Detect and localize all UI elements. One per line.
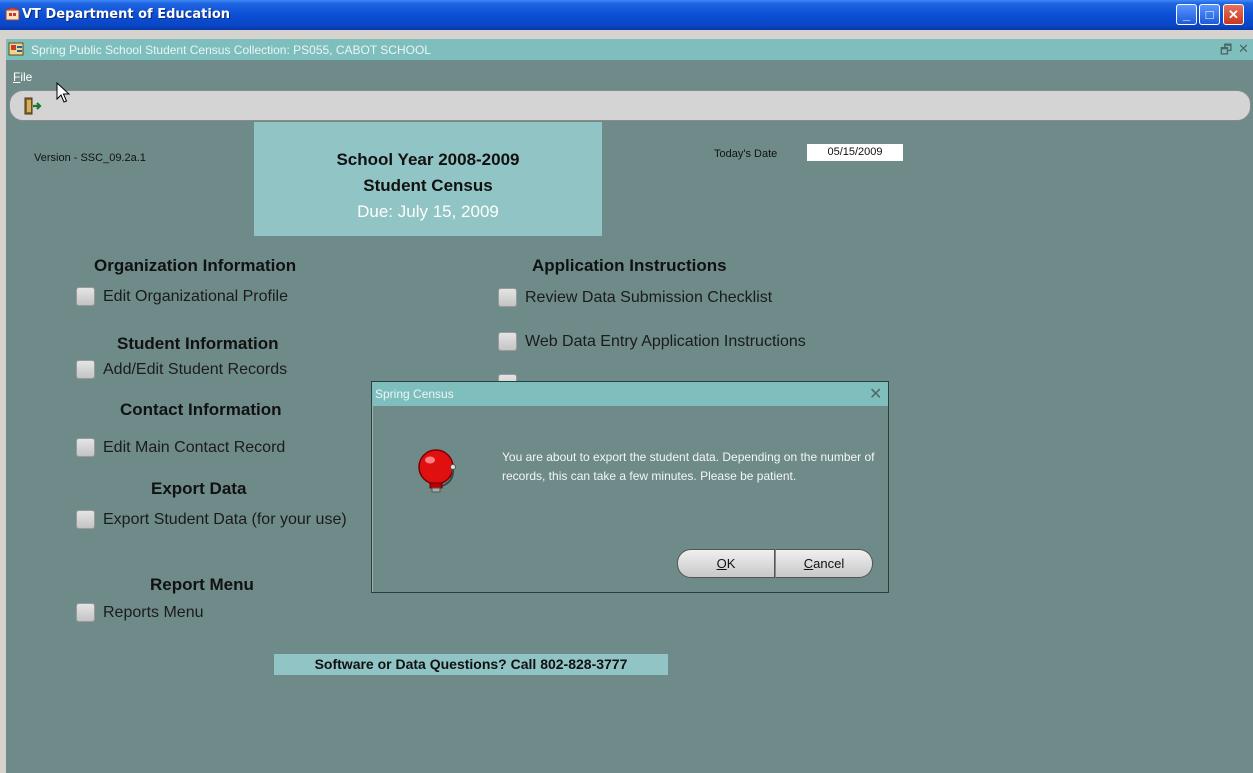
minimize-icon: _ (1182, 7, 1191, 22)
edit-contact-option[interactable]: Edit Main Contact Record (76, 438, 376, 458)
export-student-data-option[interactable]: Export Student Data (for your use) (76, 510, 368, 530)
close-icon: ✕ (1228, 7, 1239, 22)
banner-school-year: School Year 2008-2009 (336, 150, 520, 169)
banner-student-census: Student Census (363, 176, 493, 195)
review-checklist-label: Review Data Submission Checklist (525, 289, 773, 306)
bell-icon (418, 449, 456, 493)
edit-org-profile-option[interactable]: Edit Organizational Profile (76, 287, 376, 307)
form-icon (8, 42, 24, 56)
window-title: VT Department of Education (22, 7, 231, 22)
export-student-data-button[interactable] (76, 510, 95, 529)
edit-org-profile-button[interactable] (76, 287, 95, 306)
org-info-heading: Organization Information (94, 256, 297, 275)
menu-file-label: ile (20, 70, 33, 84)
export-data-heading: Export Data (151, 479, 247, 498)
close-button[interactable]: ✕ (1223, 4, 1244, 25)
ok-button[interactable]: OK (677, 549, 775, 578)
mdi-title: Spring Public School Student Census Coll… (31, 43, 431, 57)
export-student-data-label: Export Student Data (for your use) (103, 511, 347, 528)
add-edit-student-button[interactable] (76, 360, 95, 379)
edit-org-profile-label: Edit Organizational Profile (103, 288, 288, 305)
mouse-cursor-icon (56, 82, 70, 103)
dialog-titlebar[interactable]: Spring Census ✕ (372, 382, 888, 406)
web-instructions-option[interactable]: Web Data Entry Application Instructions (498, 332, 878, 352)
dialog-close-icon[interactable]: ✕ (869, 384, 882, 404)
help-banner: Software or Data Questions? Call 802-828… (274, 654, 668, 675)
toolbar (9, 90, 1251, 121)
add-edit-student-option[interactable]: Add/Edit Student Records (76, 360, 376, 380)
reports-menu-button[interactable] (76, 603, 95, 622)
reports-menu-label: Reports Menu (103, 604, 204, 621)
todays-date-label: Today's Date (714, 148, 778, 160)
minimize-button[interactable]: _ (1176, 4, 1197, 25)
dialog-title: Spring Census (375, 387, 454, 401)
exit-icon[interactable] (24, 97, 44, 115)
maximize-icon: □ (1205, 7, 1214, 22)
web-instructions-button[interactable] (498, 332, 517, 351)
report-menu-heading: Report Menu (150, 575, 254, 594)
maximize-button[interactable]: □ (1199, 4, 1220, 25)
mdi-titlebar[interactable]: Spring Public School Student Census Coll… (6, 39, 1253, 60)
add-edit-student-label: Add/Edit Student Records (103, 361, 288, 378)
spring-census-dialog: Spring Census ✕ You are about to export … (371, 381, 889, 593)
school-year-banner: School Year 2008-2009 Student Census Due… (254, 122, 602, 236)
review-checklist-button[interactable] (498, 288, 517, 307)
window-titlebar[interactable]: VT Department of Education _ □ ✕ (0, 0, 1253, 30)
student-info-heading: Student Information (117, 334, 279, 353)
cancel-label: ancel (813, 556, 845, 571)
menu-file[interactable]: File (13, 70, 32, 84)
mdi-close-icon[interactable]: ✕ (1238, 41, 1249, 57)
cancel-mnemonic: C (803, 556, 814, 571)
reports-menu-option[interactable]: Reports Menu (76, 603, 376, 623)
version-label: Version - SSC_09.2a.1 (34, 152, 146, 164)
dialog-message: You are about to export the student data… (502, 450, 875, 483)
ok-mnemonic: O (716, 556, 727, 571)
contact-info-heading: Contact Information (120, 400, 282, 419)
app-icon (5, 7, 20, 21)
app-instructions-heading: Application Instructions (532, 256, 727, 275)
banner-due-date: Due: July 15, 2009 (357, 202, 499, 221)
todays-date-field[interactable]: 05/15/2009 (807, 144, 903, 161)
cancel-button[interactable]: Cancel (775, 549, 873, 578)
ok-label: K (726, 556, 736, 571)
web-instructions-label: Web Data Entry Application Instructions (525, 333, 806, 350)
review-checklist-option[interactable]: Review Data Submission Checklist (498, 288, 878, 308)
edit-contact-button[interactable] (76, 438, 95, 457)
edit-contact-label: Edit Main Contact Record (103, 439, 286, 456)
